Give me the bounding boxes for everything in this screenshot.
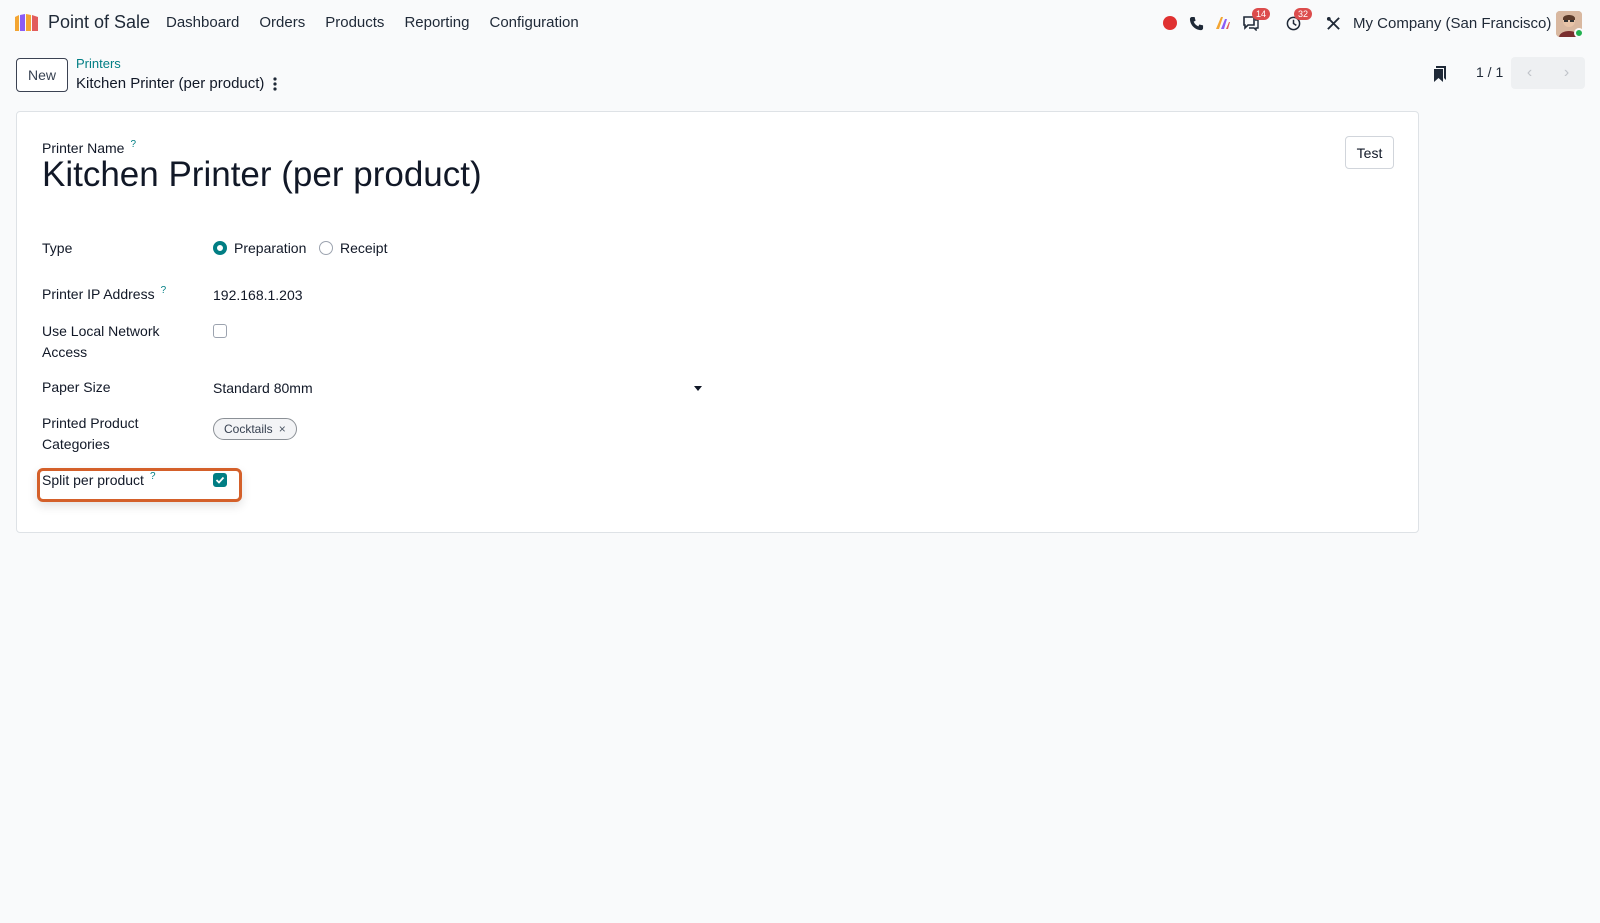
type-preparation-radio[interactable] <box>213 241 227 255</box>
pager-value[interactable]: 1 / 1 <box>1476 64 1503 80</box>
highlight-box <box>37 468 242 502</box>
breadcrumb-printers[interactable]: Printers <box>76 56 121 71</box>
ai-icon[interactable] <box>1214 14 1232 32</box>
bookmark-icon[interactable] <box>1433 66 1447 82</box>
messages-icon[interactable]: 14 <box>1242 8 1271 32</box>
type-receipt-label[interactable]: Receipt <box>340 240 387 256</box>
help-icon[interactable]: ? <box>161 285 167 296</box>
help-icon[interactable]: ? <box>130 139 136 150</box>
app-title[interactable]: Point of Sale <box>48 12 150 33</box>
local-network-label: Use Local Network Access <box>42 323 160 360</box>
type-preparation-label[interactable]: Preparation <box>234 240 306 256</box>
pager-nav: ‹ › <box>1511 57 1585 89</box>
top-navbar: Point of Sale Dashboard Orders Products … <box>0 0 1600 46</box>
activities-badge: 32 <box>1294 8 1313 20</box>
activities-clock-icon[interactable]: 32 <box>1284 8 1313 32</box>
ip-label: Printer IP Address? <box>42 285 167 302</box>
company-switcher[interactable]: My Company (San Francisco) <box>1353 15 1551 32</box>
actions-menu-icon[interactable] <box>270 76 280 92</box>
menu-products[interactable]: Products <box>325 14 384 31</box>
category-tag: Cocktails × <box>213 418 297 440</box>
record-icon[interactable] <box>1161 14 1179 32</box>
menu-reporting[interactable]: Reporting <box>404 14 469 31</box>
type-label: Type <box>42 240 73 256</box>
form-sheet: Printer Name? Kitchen Printer (per produ… <box>16 111 1419 533</box>
online-status-dot <box>1574 28 1584 38</box>
new-button[interactable]: New <box>16 58 68 92</box>
menu-dashboard[interactable]: Dashboard <box>166 14 239 31</box>
pager-prev-icon[interactable]: ‹ <box>1511 57 1548 89</box>
menu-configuration[interactable]: Configuration <box>489 14 578 31</box>
messages-badge: 14 <box>1252 8 1271 20</box>
pager-next-icon[interactable]: › <box>1548 57 1585 89</box>
printer-name-input[interactable]: Kitchen Printer (per product) <box>42 155 482 195</box>
test-button[interactable]: Test <box>1345 136 1394 169</box>
paper-size-select[interactable]: Standard 80mm <box>213 380 313 396</box>
paper-size-label: Paper Size <box>42 379 111 395</box>
debug-tools-icon[interactable] <box>1324 14 1342 32</box>
phone-icon[interactable] <box>1187 14 1205 32</box>
pos-app-logo[interactable] <box>13 13 40 33</box>
breadcrumb-current: Kitchen Printer (per product) <box>76 75 265 92</box>
type-receipt-radio[interactable] <box>319 241 333 255</box>
menu-orders[interactable]: Orders <box>259 14 305 31</box>
ip-input[interactable]: 192.168.1.203 <box>213 287 303 303</box>
main-menu: Dashboard Orders Products Reporting Conf… <box>166 14 579 31</box>
category-tag-label: Cocktails <box>224 422 273 436</box>
tag-remove-icon[interactable]: × <box>279 422 286 436</box>
categories-label: Printed Product Categories <box>42 415 139 452</box>
chevron-down-icon[interactable] <box>694 386 702 391</box>
local-network-checkbox[interactable] <box>213 324 227 338</box>
